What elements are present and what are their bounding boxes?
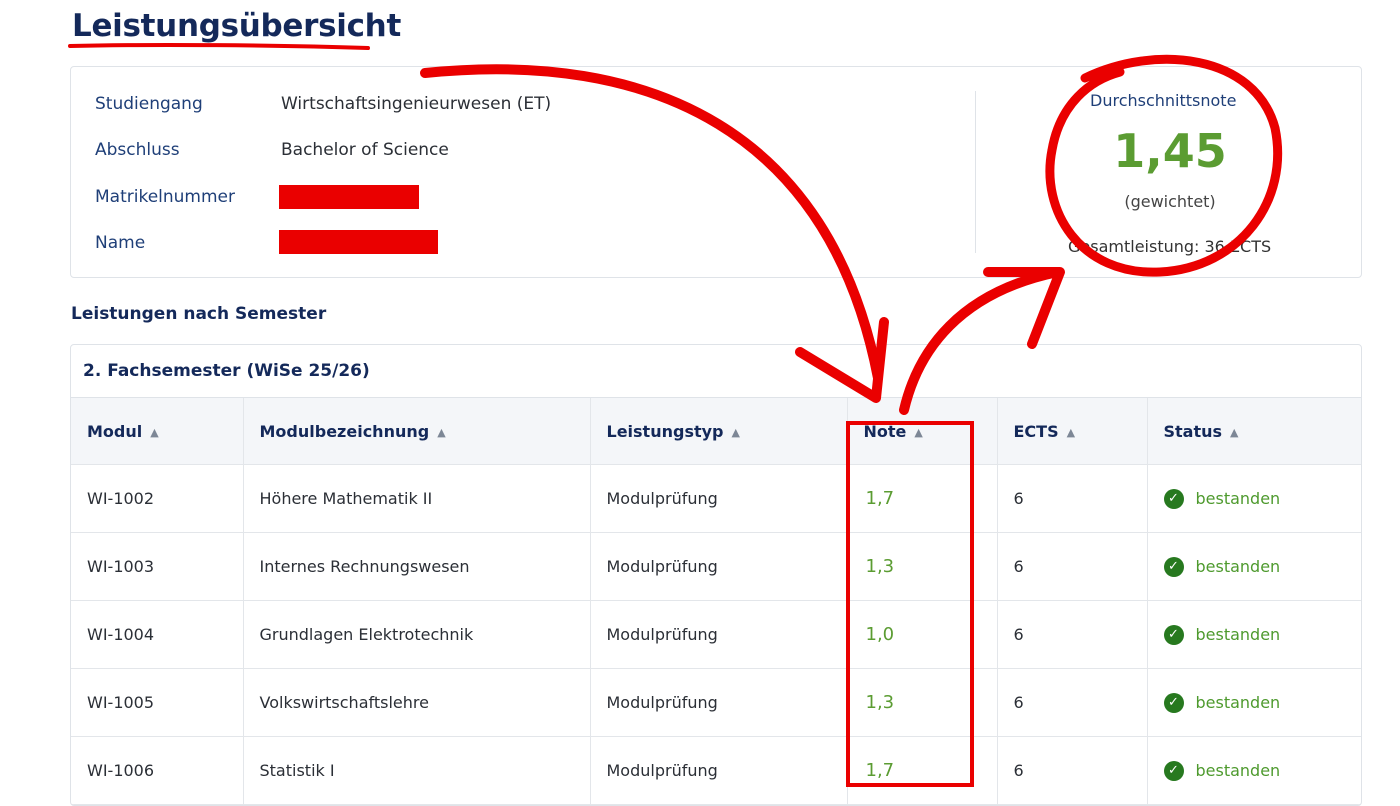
column-header-status[interactable]: Status ▲︎ xyxy=(1147,398,1361,465)
column-header-note[interactable]: Note ▲︎ xyxy=(847,398,998,465)
check-circle-icon: ✓ xyxy=(1163,760,1184,781)
redaction-bar-name xyxy=(279,230,438,254)
column-header-leistungstyp[interactable]: Leistungstyp ▲︎ xyxy=(590,398,848,465)
semester-title: 2. Fachsemester (WiSe 25/26) xyxy=(71,345,1361,398)
average-grade-label: Durchschnittsnote xyxy=(1090,91,1237,110)
section-title: Leistungen nach Semester xyxy=(71,304,327,324)
sort-icon[interactable]: ▲︎ xyxy=(914,426,922,439)
column-header-modul[interactable]: Modul ▲︎ xyxy=(71,398,244,465)
check-circle-icon: ✓ xyxy=(1163,488,1184,509)
column-header-ects[interactable]: ECTS ▲︎ xyxy=(997,398,1148,465)
check-circle-icon: ✓ xyxy=(1163,624,1184,645)
average-grade-value: 1,45 xyxy=(1113,124,1227,178)
check-circle-icon: ✓ xyxy=(1163,556,1184,577)
cell-note: 1,0 xyxy=(847,600,998,669)
title-underline xyxy=(68,42,370,50)
cell-leistungstyp: Modulprüfung xyxy=(590,532,848,601)
cell-modul: WI-1004 xyxy=(71,600,244,669)
cell-modul: WI-1002 xyxy=(71,464,244,533)
table-row: WI-1005 Volkswirtschaftslehre Modulprüfu… xyxy=(71,668,1361,737)
table-row: WI-1003 Internes Rechnungswesen Modulprü… xyxy=(71,532,1361,601)
arrow-head-to-average xyxy=(983,267,1065,349)
cell-modulbezeichnung: Grundlagen Elektrotechnik xyxy=(243,600,591,669)
total-ects: Gesamtleistung: 36 ECTS xyxy=(1068,237,1272,256)
sort-icon[interactable]: ▲︎ xyxy=(1230,426,1238,439)
cell-modulbezeichnung: Internes Rechnungswesen xyxy=(243,532,591,601)
column-header-modulbezeichnung[interactable]: Modulbezeichnung ▲︎ xyxy=(243,398,591,465)
cell-note: 1,3 xyxy=(847,668,998,737)
cell-leistungstyp: Modulprüfung xyxy=(590,600,848,669)
info-label-matrikelnummer: Matrikelnummer xyxy=(95,187,236,207)
info-divider xyxy=(975,91,976,253)
cell-status: ✓ bestanden xyxy=(1147,464,1361,533)
sort-icon[interactable]: ▲︎ xyxy=(150,426,158,439)
info-label-studiengang: Studiengang xyxy=(95,94,203,114)
cell-modul: WI-1005 xyxy=(71,668,244,737)
info-value-abschluss: Bachelor of Science xyxy=(281,140,449,160)
info-label-name: Name xyxy=(95,233,146,253)
table-row: WI-1004 Grundlagen Elektrotechnik Modulp… xyxy=(71,600,1361,669)
info-value-studiengang: Wirtschaftsingenieurwesen (ET) xyxy=(281,94,552,114)
cell-status: ✓ bestanden xyxy=(1147,600,1361,669)
semester-card: 2. Fachsemester (WiSe 25/26) Modul ▲︎ Mod… xyxy=(70,344,1362,806)
status-label: bestanden xyxy=(1195,557,1281,576)
cell-ects: 6 xyxy=(997,464,1148,533)
sort-icon[interactable]: ▲︎ xyxy=(732,426,740,439)
cell-ects: 6 xyxy=(997,736,1148,805)
cell-modul: WI-1006 xyxy=(71,736,244,805)
table-header-row: Modul ▲︎ Modulbezeichnung ▲︎ Leistungstyp ▲… xyxy=(71,398,1361,465)
redaction-bar-matrikelnummer xyxy=(279,185,419,209)
status-label: bestanden xyxy=(1195,693,1281,712)
cell-note: 1,3 xyxy=(847,532,998,601)
status-label: bestanden xyxy=(1195,489,1281,508)
cell-modulbezeichnung: Höhere Mathematik II xyxy=(243,464,591,533)
cell-status: ✓ bestanden xyxy=(1147,736,1361,805)
page-title: Leistungsübersicht xyxy=(72,8,401,44)
table-row: WI-1006 Statistik I Modulprüfung 1,7 6 ✓… xyxy=(71,736,1361,805)
cell-ects: 6 xyxy=(997,600,1148,669)
table-row: WI-1002 Höhere Mathematik II Modulprüfun… xyxy=(71,464,1361,533)
cell-modul: WI-1003 xyxy=(71,532,244,601)
cell-ects: 6 xyxy=(997,668,1148,737)
cell-note: 1,7 xyxy=(847,736,998,805)
sort-icon[interactable]: ▲︎ xyxy=(1067,426,1075,439)
sort-icon[interactable]: ▲︎ xyxy=(437,426,445,439)
status-label: bestanden xyxy=(1195,761,1281,780)
info-label-abschluss: Abschluss xyxy=(95,140,180,160)
cell-modulbezeichnung: Statistik I xyxy=(243,736,591,805)
grades-table: Modul ▲︎ Modulbezeichnung ▲︎ Leistungstyp ▲… xyxy=(71,398,1361,805)
check-circle-icon: ✓ xyxy=(1163,692,1184,713)
status-label: bestanden xyxy=(1195,625,1281,644)
cell-modulbezeichnung: Volkswirtschaftslehre xyxy=(243,668,591,737)
average-grade-note: (gewichtet) xyxy=(1124,192,1216,211)
cell-leistungstyp: Modulprüfung xyxy=(590,464,848,533)
cell-note: 1,7 xyxy=(847,464,998,533)
cell-status: ✓ bestanden xyxy=(1147,532,1361,601)
cell-leistungstyp: Modulprüfung xyxy=(590,668,848,737)
cell-leistungstyp: Modulprüfung xyxy=(590,736,848,805)
cell-ects: 6 xyxy=(997,532,1148,601)
cell-status: ✓ bestanden xyxy=(1147,668,1361,737)
